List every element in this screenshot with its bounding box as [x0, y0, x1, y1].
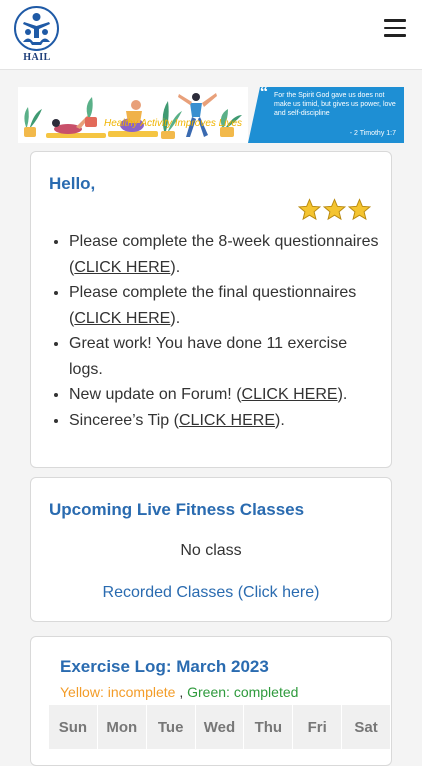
- welcome-card: Hello, Please complete the 8-week questi…: [30, 151, 392, 468]
- live-classes-title: Upcoming Live Fitness Classes: [49, 500, 305, 519]
- weekday-wed: Wed: [196, 705, 245, 749]
- logo-text: HAIL: [23, 52, 51, 63]
- greeting: Hello,: [49, 174, 96, 193]
- questionnaire-final-link[interactable]: CLICK HERE: [74, 310, 170, 327]
- star-rating: [298, 198, 371, 221]
- notice-item: Sinceree’s Tip (CLICK HERE).: [69, 408, 379, 434]
- forum-update-link[interactable]: CLICK HERE: [242, 386, 338, 403]
- star-icon: [323, 198, 346, 221]
- star-icon: [298, 198, 321, 221]
- tip-link[interactable]: CLICK HERE: [179, 412, 275, 429]
- logo-emblem-icon: [14, 6, 59, 51]
- star-icon: [348, 198, 371, 221]
- banner: Healthy Activity Improves Lives “ For th…: [18, 87, 404, 143]
- calendar-weekday-header: Sun Mon Tue Wed Thu Fri Sat: [49, 705, 392, 749]
- top-header: HAIL: [0, 0, 422, 70]
- notice-list: Please complete the 8-week questionnaire…: [69, 229, 379, 433]
- notice-text-end: ).: [337, 386, 348, 403]
- quote-icon: “: [260, 84, 268, 101]
- live-classes-status: No class: [180, 542, 242, 559]
- notice-text-end: ).: [170, 258, 181, 276]
- banner-illustration: Healthy Activity Improves Lives: [18, 87, 248, 143]
- questionnaire-8week-link[interactable]: CLICK HERE: [74, 259, 170, 276]
- weekday-mon: Mon: [98, 705, 147, 749]
- exercise-log-title: Exercise Log: March 2023: [60, 657, 269, 676]
- banner-caption: Healthy Activity Improves Lives: [104, 118, 243, 129]
- notice-text: Great work! You have done 11 exercise lo…: [69, 335, 348, 378]
- hamburger-menu-icon[interactable]: [384, 19, 406, 37]
- bible-verse-panel: “ For the Spirit God gave us does not ma…: [248, 87, 404, 143]
- recorded-classes-link[interactable]: Recorded Classes (Click here): [31, 584, 391, 602]
- exercise-log-legend: Yellow: incomplete , Green: completed: [60, 684, 298, 700]
- bible-verse-ref: - 2 Timothy 1:7: [349, 130, 396, 137]
- weekday-sun: Sun: [49, 705, 98, 749]
- weekday-fri: Fri: [293, 705, 343, 749]
- notice-text: Sinceree’s Tip (: [69, 411, 179, 429]
- notice-text-end: ).: [275, 411, 285, 429]
- notice-text: New update on Forum! (: [69, 386, 242, 403]
- weekday-tue: Tue: [147, 705, 196, 749]
- weekday-thu: Thu: [244, 705, 294, 749]
- live-classes-card: Upcoming Live Fitness Classes No class R…: [30, 477, 392, 622]
- hail-logo[interactable]: HAIL: [12, 6, 62, 64]
- notice-item: New update on Forum! (CLICK HERE).: [69, 382, 379, 408]
- legend-separator: ,: [175, 684, 188, 700]
- weekday-sat: Sat: [342, 705, 392, 749]
- exercise-log-card: Exercise Log: March 2023 Yellow: incompl…: [30, 636, 392, 766]
- notice-item: Great work! You have done 11 exercise lo…: [69, 331, 379, 382]
- legend-completed: Green: completed: [187, 684, 299, 700]
- bible-verse: For the Spirit God gave us does not make…: [274, 92, 396, 117]
- legend-incomplete: Yellow: incomplete: [60, 684, 176, 700]
- notice-item: Please complete the 8-week questionnaire…: [69, 229, 379, 280]
- notice-text-end: ).: [170, 309, 181, 327]
- notice-item: Please complete the final questionnaires…: [69, 280, 379, 331]
